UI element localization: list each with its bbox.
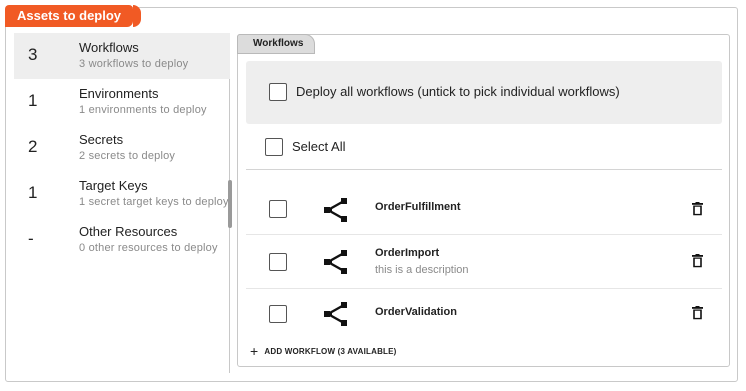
sidebar-item-subtitle: 2 secrets to deploy [79, 150, 176, 162]
sidebar-item-subtitle: 0 other resources to deploy [79, 242, 218, 254]
tab-workflows[interactable]: Workflows [237, 34, 315, 54]
select-all-checkbox[interactable] [265, 138, 283, 156]
sidebar-item-other-resources[interactable]: - Other Resources 0 other resources to d… [14, 217, 230, 263]
workflow-graph-icon [324, 198, 347, 222]
sidebar-item-label: Other Resources [79, 224, 178, 239]
deploy-all-checkbox[interactable] [269, 83, 287, 101]
sidebar-item-label: Environments [79, 86, 159, 101]
trash-icon[interactable] [691, 202, 704, 216]
assets-title: Assets to deploy [5, 5, 142, 27]
row-divider [246, 234, 722, 235]
workflow-name: OrderFulfillment [375, 201, 461, 213]
list-divider [246, 169, 722, 170]
trash-icon[interactable] [691, 254, 704, 268]
row-divider [246, 288, 722, 289]
select-all-label: Select All [292, 139, 346, 154]
sidebar-item-count: - [28, 229, 34, 248]
workflow-row-checkbox[interactable] [269, 305, 287, 323]
sidebar-item-subtitle: 3 workflows to deploy [79, 58, 189, 70]
workflow-name: OrderValidation [375, 306, 457, 318]
workflow-graph-icon [324, 250, 347, 274]
sidebar-item-environments[interactable]: 1 Environments 1 environments to deploy [14, 79, 230, 125]
asset-type-sidebar: 3 Workflows 3 workflows to deploy 1 Envi… [14, 33, 230, 373]
sidebar-item-label: Workflows [79, 40, 139, 55]
add-workflow-button[interactable]: + ADD WORKFLOW (3 AVAILABLE) [250, 343, 397, 359]
workflow-graph-icon [324, 302, 347, 326]
sidebar-item-subtitle: 1 environments to deploy [79, 104, 207, 116]
sidebar-item-secrets[interactable]: 2 Secrets 2 secrets to deploy [14, 125, 230, 171]
sidebar-item-target-keys[interactable]: 1 Target Keys 1 secret target keys to de… [14, 171, 230, 217]
plus-icon: + [250, 343, 259, 359]
deploy-all-label: Deploy all workflows (untick to pick ind… [296, 84, 620, 99]
sidebar-scrollbar[interactable] [228, 180, 232, 228]
sidebar-item-label: Target Keys [79, 178, 148, 193]
workflow-row-checkbox[interactable] [269, 253, 287, 271]
add-workflow-label: ADD WORKFLOW (3 AVAILABLE) [264, 347, 397, 356]
sidebar-item-label: Secrets [79, 132, 124, 147]
sidebar-item-subtitle: 1 secret target keys to deploy [79, 196, 229, 208]
workflow-name: OrderImport [375, 247, 440, 259]
sidebar-item-count: 3 [28, 45, 38, 64]
sidebar-item-count: 1 [28, 91, 38, 110]
sidebar-item-count: 2 [28, 137, 38, 156]
sidebar-item-workflows[interactable]: 3 Workflows 3 workflows to deploy [14, 33, 230, 79]
workflow-row-checkbox[interactable] [269, 200, 287, 218]
trash-icon[interactable] [691, 306, 704, 320]
workflow-description: this is a description [375, 264, 469, 276]
sidebar-item-count: 1 [28, 183, 38, 202]
